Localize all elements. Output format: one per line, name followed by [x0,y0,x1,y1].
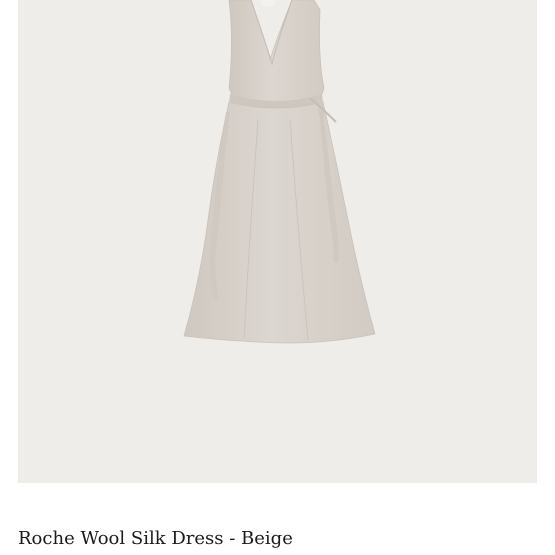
product-title[interactable]: Roche Wool Silk Dress - Beige [18,527,293,551]
product-card[interactable]: Roche Wool Silk Dress - Beige [0,0,555,555]
dress-bodice [228,0,325,104]
dress-illustration [183,0,376,344]
product-image[interactable] [18,0,537,483]
